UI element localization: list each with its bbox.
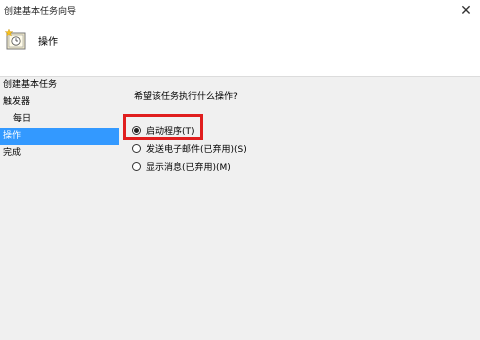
task-clock-icon: [4, 28, 26, 50]
radio-display-message[interactable]: 显示消息(已弃用)(M): [132, 159, 231, 173]
main-panel: 希望该任务执行什么操作? 启动程序(T) 发送电子邮件(已弃用)(S) 显示消息…: [120, 77, 480, 340]
sidebar-item-finish[interactable]: 完成: [0, 145, 120, 162]
radio-label-start-program: 启动程序(T): [146, 126, 195, 137]
sidebar-item-trigger[interactable]: 触发器: [0, 94, 120, 111]
close-button[interactable]: ✕: [452, 0, 480, 22]
radio-button-icon[interactable]: [132, 143, 141, 153]
page-title: 操作: [38, 37, 58, 48]
sidebar-item-daily[interactable]: 每日: [0, 111, 120, 128]
radio-label-display-message: 显示消息(已弃用)(M): [146, 162, 231, 173]
title-bar: 创建基本任务向导 ✕: [0, 0, 480, 22]
sidebar-item-action[interactable]: 操作: [0, 128, 119, 145]
window-title: 创建基本任务向导: [4, 7, 77, 17]
radio-send-email[interactable]: 发送电子邮件(已弃用)(S): [132, 141, 247, 155]
radio-button-icon[interactable]: [132, 161, 141, 171]
question-label: 希望该任务执行什么操作?: [134, 92, 238, 102]
wizard-header: 操作: [0, 22, 480, 77]
sidebar-item-create-basic-task[interactable]: 创建基本任务: [0, 77, 120, 94]
radio-button-selected-icon[interactable]: [132, 125, 141, 135]
close-icon: ✕: [460, 3, 472, 19]
wizard-steps-sidebar: 创建基本任务 触发器 每日 操作 完成: [0, 77, 120, 340]
radio-start-program[interactable]: 启动程序(T): [132, 123, 195, 137]
radio-label-send-email: 发送电子邮件(已弃用)(S): [146, 144, 247, 155]
